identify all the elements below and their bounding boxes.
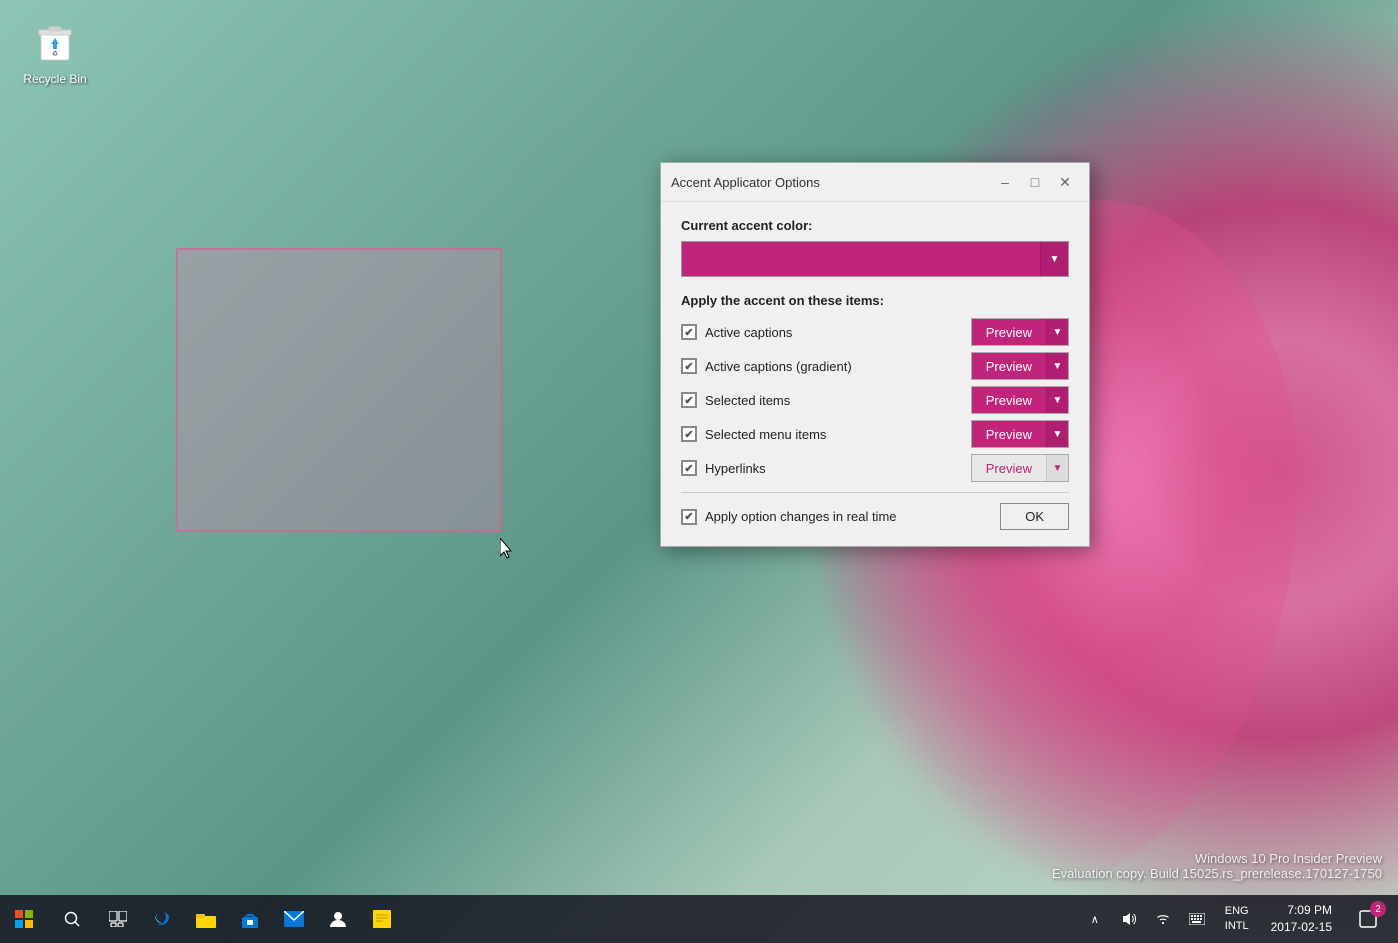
notification-button[interactable]: 2 bbox=[1346, 895, 1390, 943]
divider bbox=[681, 492, 1069, 493]
recycle-bin-icon: ♻ bbox=[27, 12, 83, 68]
lang-top: ENG bbox=[1225, 904, 1249, 919]
checkbox-row-selected-items: ✔ Selected items Preview ▼ bbox=[681, 386, 1069, 414]
accent-color-label: Current accent color: bbox=[681, 218, 1069, 233]
checkmark-active-captions: ✔ bbox=[684, 326, 693, 339]
checkmark-selected-items: ✔ bbox=[684, 394, 693, 407]
preview-arrow-selected-items-icon: ▼ bbox=[1046, 387, 1068, 413]
apply-left: ✔ Apply option changes in real time bbox=[681, 509, 897, 525]
dialog-titlebar: Accent Applicator Options – □ ✕ bbox=[661, 163, 1089, 202]
minimize-button[interactable]: – bbox=[991, 171, 1019, 193]
label-active-captions: Active captions bbox=[705, 325, 792, 340]
preview-arrow-active-captions-icon: ▼ bbox=[1046, 319, 1068, 345]
dialog-controls: – □ ✕ bbox=[991, 171, 1079, 193]
sticky-notes-icon[interactable] bbox=[360, 895, 404, 943]
checkbox-active-captions-gradient[interactable]: ✔ bbox=[681, 358, 697, 374]
checkmark-active-captions-gradient: ✔ bbox=[684, 360, 693, 373]
preview-btn-hyperlinks[interactable]: Preview ▼ bbox=[971, 454, 1069, 482]
volume-icon[interactable] bbox=[1115, 901, 1143, 937]
preview-main-selected-items: Preview bbox=[972, 387, 1046, 413]
checkbox-row-active-captions-gradient: ✔ Active captions (gradient) Preview ▼ bbox=[681, 352, 1069, 380]
recycle-bin-label: Recycle Bin bbox=[23, 72, 86, 86]
ok-button[interactable]: OK bbox=[1000, 503, 1069, 530]
people-icon[interactable] bbox=[316, 895, 360, 943]
edge-icon[interactable] bbox=[140, 895, 184, 943]
preview-btn-active-captions-gradient[interactable]: Preview ▼ bbox=[971, 352, 1069, 380]
preview-main-active-captions: Preview bbox=[972, 319, 1046, 345]
clock-time: 7:09 PM bbox=[1287, 902, 1332, 919]
maximize-button[interactable]: □ bbox=[1021, 171, 1049, 193]
preview-arrow-active-captions-gradient-icon: ▼ bbox=[1046, 353, 1068, 379]
checkbox-left-selected-menu-items: ✔ Selected menu items bbox=[681, 426, 826, 442]
explorer-icon[interactable] bbox=[184, 895, 228, 943]
clock-date: 2017-02-15 bbox=[1271, 919, 1332, 936]
preview-main-active-captions-gradient: Preview bbox=[972, 353, 1046, 379]
checkbox-row-selected-menu-items: ✔ Selected menu items Preview ▼ bbox=[681, 420, 1069, 448]
preview-main-hyperlinks: Preview bbox=[972, 455, 1046, 481]
accent-applicator-dialog: Accent Applicator Options – □ ✕ Current … bbox=[660, 162, 1090, 547]
label-selected-menu-items: Selected menu items bbox=[705, 427, 826, 442]
checkbox-left-hyperlinks: ✔ Hyperlinks bbox=[681, 460, 766, 476]
tray-chevron-icon[interactable]: ∧ bbox=[1081, 901, 1109, 937]
checkmark-hyperlinks: ✔ bbox=[684, 462, 693, 475]
checkmark-apply-realtime: ✔ bbox=[684, 510, 693, 523]
close-button[interactable]: ✕ bbox=[1051, 171, 1079, 193]
checkmark-selected-menu-items: ✔ bbox=[684, 428, 693, 441]
search-button[interactable] bbox=[48, 895, 96, 943]
checkbox-row-hyperlinks: ✔ Hyperlinks Preview ▼ bbox=[681, 454, 1069, 482]
checkbox-apply-realtime[interactable]: ✔ bbox=[681, 509, 697, 525]
dialog-content: Current accent color: ▼ Apply the accent… bbox=[661, 202, 1089, 546]
color-dropdown-arrow-icon: ▼ bbox=[1040, 242, 1068, 276]
keyboard-icon[interactable] bbox=[1183, 901, 1211, 937]
lang-bot: INTL bbox=[1225, 919, 1249, 934]
mail-icon[interactable] bbox=[272, 895, 316, 943]
preview-btn-selected-items[interactable]: Preview ▼ bbox=[971, 386, 1069, 414]
network-icon[interactable] bbox=[1149, 901, 1177, 937]
checkbox-left-selected-items: ✔ Selected items bbox=[681, 392, 790, 408]
language-indicator[interactable]: ENG INTL bbox=[1217, 895, 1257, 943]
apply-row: ✔ Apply option changes in real time OK bbox=[681, 503, 1069, 530]
checkbox-active-captions[interactable]: ✔ bbox=[681, 324, 697, 340]
checkbox-selected-menu-items[interactable]: ✔ bbox=[681, 426, 697, 442]
recycle-bin[interactable]: ♻ Recycle Bin bbox=[10, 8, 100, 90]
svg-text:♻: ♻ bbox=[52, 51, 58, 58]
checkbox-left-active-captions: ✔ Active captions bbox=[681, 324, 792, 340]
accent-color-dropdown[interactable]: ▼ bbox=[681, 241, 1069, 277]
checkbox-row-active-captions: ✔ Active captions Preview ▼ bbox=[681, 318, 1069, 346]
label-hyperlinks: Hyperlinks bbox=[705, 461, 766, 476]
preview-btn-selected-menu-items[interactable]: Preview ▼ bbox=[971, 420, 1069, 448]
taskbar-tray: ∧ bbox=[1073, 895, 1398, 943]
notification-badge: 2 bbox=[1370, 901, 1386, 917]
preview-arrow-selected-menu-items-icon: ▼ bbox=[1046, 421, 1068, 447]
clock[interactable]: 7:09 PM 2017-02-15 bbox=[1263, 895, 1340, 943]
color-swatch bbox=[682, 242, 1040, 276]
apply-accent-label: Apply the accent on these items: bbox=[681, 293, 1069, 308]
checkbox-hyperlinks[interactable]: ✔ bbox=[681, 460, 697, 476]
selection-rectangle bbox=[176, 248, 502, 532]
preview-btn-active-captions[interactable]: Preview ▼ bbox=[971, 318, 1069, 346]
start-button[interactable] bbox=[0, 895, 48, 943]
dialog-title: Accent Applicator Options bbox=[671, 175, 820, 190]
checkbox-selected-items[interactable]: ✔ bbox=[681, 392, 697, 408]
checkbox-left-active-captions-gradient: ✔ Active captions (gradient) bbox=[681, 358, 852, 374]
taskbar: ∧ bbox=[0, 895, 1398, 943]
task-view-button[interactable] bbox=[96, 895, 140, 943]
label-active-captions-gradient: Active captions (gradient) bbox=[705, 359, 852, 374]
preview-arrow-hyperlinks-icon: ▼ bbox=[1046, 455, 1068, 481]
preview-main-selected-menu-items: Preview bbox=[972, 421, 1046, 447]
label-apply-realtime: Apply option changes in real time bbox=[705, 509, 897, 524]
label-selected-items: Selected items bbox=[705, 393, 790, 408]
store-icon[interactable] bbox=[228, 895, 272, 943]
